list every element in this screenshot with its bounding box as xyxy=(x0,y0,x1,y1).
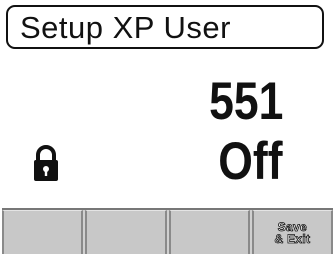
lock-icon xyxy=(34,145,58,181)
user-number-value: 551 xyxy=(208,72,283,131)
save-exit-label: Save & Exit xyxy=(274,220,311,246)
softkey-1[interactable] xyxy=(2,210,84,254)
screen-title-box: Setup XP User xyxy=(6,5,324,49)
softkey-bar: Save & Exit xyxy=(2,208,333,254)
user-state-value: Off xyxy=(218,132,283,191)
softkey-2[interactable] xyxy=(85,210,167,254)
softkey-3[interactable] xyxy=(168,210,250,254)
save-exit-label-line2: & Exit xyxy=(274,231,311,246)
save-exit-button[interactable]: Save & Exit xyxy=(251,210,333,254)
screen-title: Setup XP User xyxy=(20,10,231,45)
